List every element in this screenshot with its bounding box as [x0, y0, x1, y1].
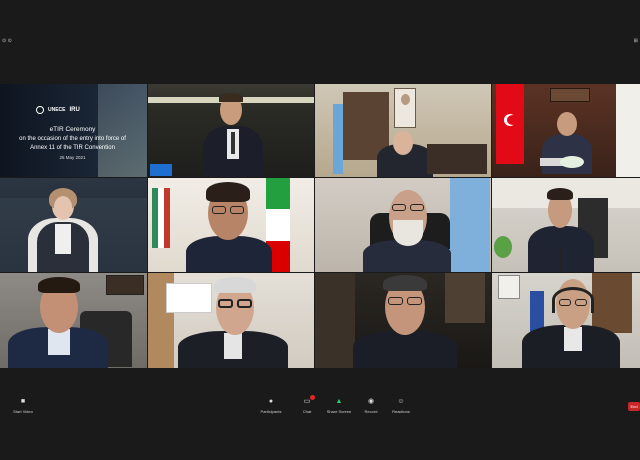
- plant: [494, 236, 512, 258]
- hair: [219, 93, 243, 102]
- un-flag: [333, 104, 343, 174]
- portrait-face: [401, 94, 410, 105]
- participants-icon: ●: [268, 398, 274, 405]
- wall-picture: [445, 273, 485, 323]
- top-bar: ⊙ ⊙ ⊞: [0, 0, 640, 84]
- glasses-right: [237, 299, 252, 308]
- chat-button[interactable]: ▭ Chat: [290, 395, 324, 414]
- participants-button[interactable]: ● Participants: [254, 398, 288, 414]
- end-meeting-button[interactable]: End: [628, 402, 640, 411]
- participant-head: [393, 131, 413, 155]
- hair: [547, 188, 573, 200]
- video-tile-12[interactable]: [492, 273, 640, 368]
- glasses-left: [212, 206, 226, 214]
- record-button[interactable]: ◉ Record: [354, 398, 388, 414]
- video-tile-10[interactable]: [148, 273, 314, 368]
- wall-picture: [106, 275, 144, 295]
- participant-body: [353, 331, 457, 368]
- video-tile-2[interactable]: [148, 84, 314, 177]
- video-tile-8[interactable]: [492, 178, 640, 272]
- share-screen-label: Share Screen: [326, 409, 352, 414]
- shirt: [55, 224, 71, 254]
- video-tile-5[interactable]: [0, 178, 147, 272]
- flag-crescent-cut: [507, 115, 518, 125]
- video-tile-7[interactable]: [315, 178, 491, 272]
- unece-logo: UNECE: [48, 107, 66, 113]
- reactions-label: Reactions: [392, 409, 410, 414]
- start-video-label: Start Video: [13, 409, 33, 414]
- record-icon: ◉: [367, 398, 375, 405]
- beard: [393, 220, 423, 246]
- wall-certificate: [498, 275, 520, 299]
- video-tile-6[interactable]: [148, 178, 314, 272]
- hair: [38, 277, 80, 293]
- participant-body: [186, 236, 272, 272]
- glasses-right: [575, 299, 587, 306]
- window-controls[interactable]: ⊙ ⊙: [2, 38, 12, 44]
- slide-logos: UNECE IRU: [36, 106, 80, 114]
- glasses-left: [218, 299, 233, 308]
- glasses-right: [407, 297, 422, 305]
- chair: [427, 144, 487, 174]
- face: [54, 196, 72, 218]
- bookshelf: [315, 273, 355, 368]
- slide-title-2: on the occasion of the entry into force …: [19, 136, 126, 142]
- glasses-left: [392, 204, 406, 211]
- glasses-right: [230, 206, 244, 214]
- record-label: Record: [364, 409, 378, 414]
- video-tile-3[interactable]: [315, 84, 491, 177]
- flowers: [560, 156, 584, 168]
- bookshelf: [592, 273, 632, 333]
- slide-title-3: Annex 11 of the TIR Convention: [30, 145, 115, 151]
- video-tile-11[interactable]: [315, 273, 491, 368]
- reactions-icon: ☺: [397, 398, 405, 405]
- slide-date: 25 May 2021: [59, 155, 86, 160]
- hair: [214, 277, 256, 293]
- hair: [206, 182, 250, 202]
- un-emblem-icon: [36, 106, 44, 114]
- banner: [616, 84, 640, 177]
- whiteboard: [166, 283, 212, 313]
- tie: [231, 132, 235, 154]
- microphone: [560, 248, 562, 272]
- video-tile-slide[interactable]: UNECE IRU eTIR Ceremony on the occasion …: [0, 84, 147, 177]
- chat-notification-badge: [310, 395, 315, 400]
- participants-label: Participants: [260, 409, 282, 414]
- video-tile-9[interactable]: [0, 273, 147, 368]
- video-camera-icon: ■: [20, 398, 26, 405]
- video-grid: UNECE IRU eTIR Ceremony on the occasion …: [0, 84, 640, 368]
- hair: [383, 275, 427, 291]
- glasses-left: [388, 297, 403, 305]
- iru-logo: IRU: [69, 107, 80, 113]
- video-tile-4[interactable]: [492, 84, 640, 177]
- share-screen-icon: ▲: [335, 398, 343, 405]
- meeting-controls-bar: ■ Start Video ● Participants ▭ Chat ▲ Sh…: [0, 368, 640, 460]
- slide-title-1: eTIR Ceremony: [49, 126, 96, 133]
- shirt: [564, 327, 582, 351]
- start-video-button[interactable]: ■ Start Video: [6, 398, 40, 414]
- wall-frame: [550, 88, 590, 102]
- chat-label: Chat: [302, 409, 312, 414]
- share-screen-button[interactable]: ▲ Share Screen: [322, 398, 356, 414]
- participant-head: [557, 112, 577, 136]
- glasses-left: [559, 299, 571, 306]
- desk-object: [150, 164, 172, 176]
- shirt: [224, 333, 242, 359]
- glasses-right: [410, 204, 424, 211]
- un-flag: [450, 178, 490, 272]
- view-toggle-icon[interactable]: ⊞: [634, 38, 638, 44]
- participant-body: [542, 134, 592, 174]
- reactions-button[interactable]: ☺ Reactions: [384, 398, 418, 414]
- cib-logo-flag: [152, 188, 170, 248]
